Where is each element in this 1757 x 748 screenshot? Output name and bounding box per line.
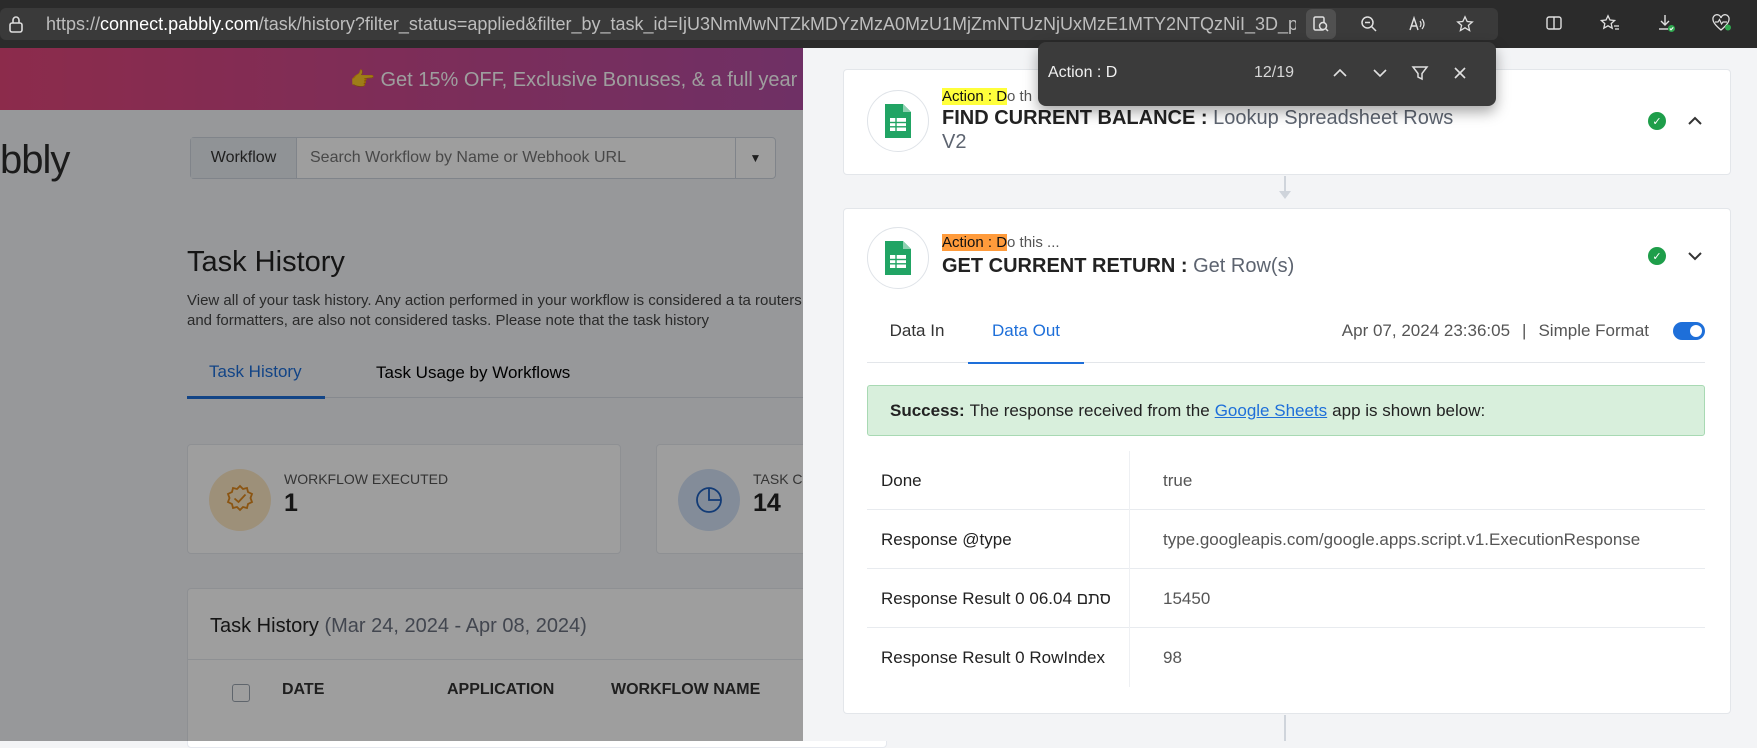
url-path: /task/history?filter_status=applied&filt…	[258, 13, 1296, 34]
filter-icon[interactable]	[1406, 59, 1434, 87]
step-title: GET CURRENT RETURN : Get Row(s)	[942, 254, 1472, 278]
response-row: Response @type type.googleapis.com/googl…	[867, 510, 1705, 569]
browser-toolbar: https://connect.pabbly.com/task/history?…	[0, 0, 1757, 48]
chevron-down-icon[interactable]	[1684, 245, 1706, 267]
success-check-icon: ✓	[1648, 112, 1666, 130]
response-row: Done true	[867, 451, 1705, 510]
success-check-icon: ✓	[1648, 247, 1666, 265]
success-text-end: app is shown below:	[1332, 400, 1486, 420]
response-key: Done	[881, 470, 922, 490]
action-label-rest: o this ...	[1007, 234, 1060, 251]
split-screen-icon[interactable]	[1539, 8, 1569, 38]
arrow-down-icon	[1279, 191, 1291, 199]
favorite-star-icon[interactable]	[1450, 9, 1480, 39]
response-key: Response @type	[881, 529, 1012, 549]
action-label: Action : Do this ...	[942, 234, 1060, 251]
simple-format-label: Simple Format	[1538, 321, 1649, 340]
step-connector	[1284, 715, 1286, 741]
google-sheets-link[interactable]: Google Sheets	[1215, 401, 1327, 421]
next-match-icon[interactable]	[1366, 59, 1394, 87]
step-name: FIND CURRENT BALANCE :	[942, 107, 1208, 129]
step-title: FIND CURRENT BALANCE : Lookup Spreadshee…	[942, 106, 1472, 154]
data-tabs: Data In Data Out Apr 07, 2024 23:36:05 |…	[867, 299, 1705, 364]
zoom-out-icon[interactable]	[1354, 9, 1384, 39]
lock-icon[interactable]	[0, 8, 32, 40]
previous-match-icon[interactable]	[1326, 59, 1354, 87]
response-value: true	[1163, 470, 1193, 490]
read-aloud-icon[interactable]	[1402, 9, 1432, 39]
response-row: Response Result 0 RowIndex 98	[867, 628, 1705, 687]
response-value: type.googleapis.com/google.apps.script.v…	[1163, 529, 1641, 549]
modal-overlay[interactable]	[0, 48, 803, 741]
action-label-rest: o th	[1007, 88, 1033, 105]
find-match-highlight: Action : D	[942, 88, 1008, 105]
task-detail-panel: Action : Do th FIND CURRENT BALANCE : Lo…	[803, 48, 1757, 741]
simple-format-toggle[interactable]	[1673, 322, 1705, 340]
success-text: The response received from the	[969, 400, 1210, 420]
step-connector	[1284, 176, 1286, 192]
response-key: Response Result 0 RowIndex	[881, 647, 1105, 667]
response-meta: Apr 07, 2024 23:36:05 | Simple Format	[1342, 299, 1705, 363]
success-alert: Success: The response received from the …	[867, 385, 1705, 436]
find-result-count: 12/19	[1254, 64, 1295, 81]
google-sheets-icon	[867, 90, 929, 152]
url-text[interactable]: https://connect.pabbly.com/task/history?…	[46, 14, 1296, 35]
find-on-page-bar: Action : D 12/19	[1038, 42, 1496, 106]
close-icon[interactable]	[1446, 59, 1474, 87]
tab-data-in[interactable]: Data In	[867, 299, 967, 363]
find-current-match-highlight: Action : D	[942, 234, 1008, 251]
chevron-up-icon[interactable]	[1684, 110, 1706, 132]
tab-data-out[interactable]: Data Out	[968, 299, 1084, 364]
find-on-page-icon[interactable]	[1306, 9, 1336, 39]
response-value: 98	[1163, 647, 1182, 667]
response-timestamp: Apr 07, 2024 23:36:05	[1341, 321, 1511, 340]
url-host: connect.pabbly.com	[100, 13, 259, 34]
downloads-icon[interactable]	[1651, 8, 1681, 38]
meta-separator: |	[1522, 321, 1527, 340]
response-value: 15450	[1163, 588, 1211, 608]
success-prefix: Success:	[890, 400, 965, 420]
step-action: Get Row(s)	[1193, 255, 1295, 277]
step-name: GET CURRENT RETURN :	[942, 255, 1188, 277]
response-row: Response Result 0 06.04 סתם 15450	[867, 569, 1705, 628]
find-input[interactable]: Action : D	[1048, 64, 1117, 82]
google-sheets-icon	[867, 227, 929, 289]
response-key: Response Result 0 06.04 סתם	[881, 588, 1111, 608]
address-bar[interactable]: https://connect.pabbly.com/task/history?…	[0, 8, 1498, 40]
step-card-current-return: Action : Do this ... GET CURRENT RETURN …	[843, 208, 1731, 714]
action-label: Action : Do th	[942, 88, 1032, 105]
favorites-icon[interactable]	[1595, 8, 1625, 38]
browser-essentials-icon[interactable]	[1707, 8, 1737, 38]
url-prefix: https://	[46, 13, 101, 34]
